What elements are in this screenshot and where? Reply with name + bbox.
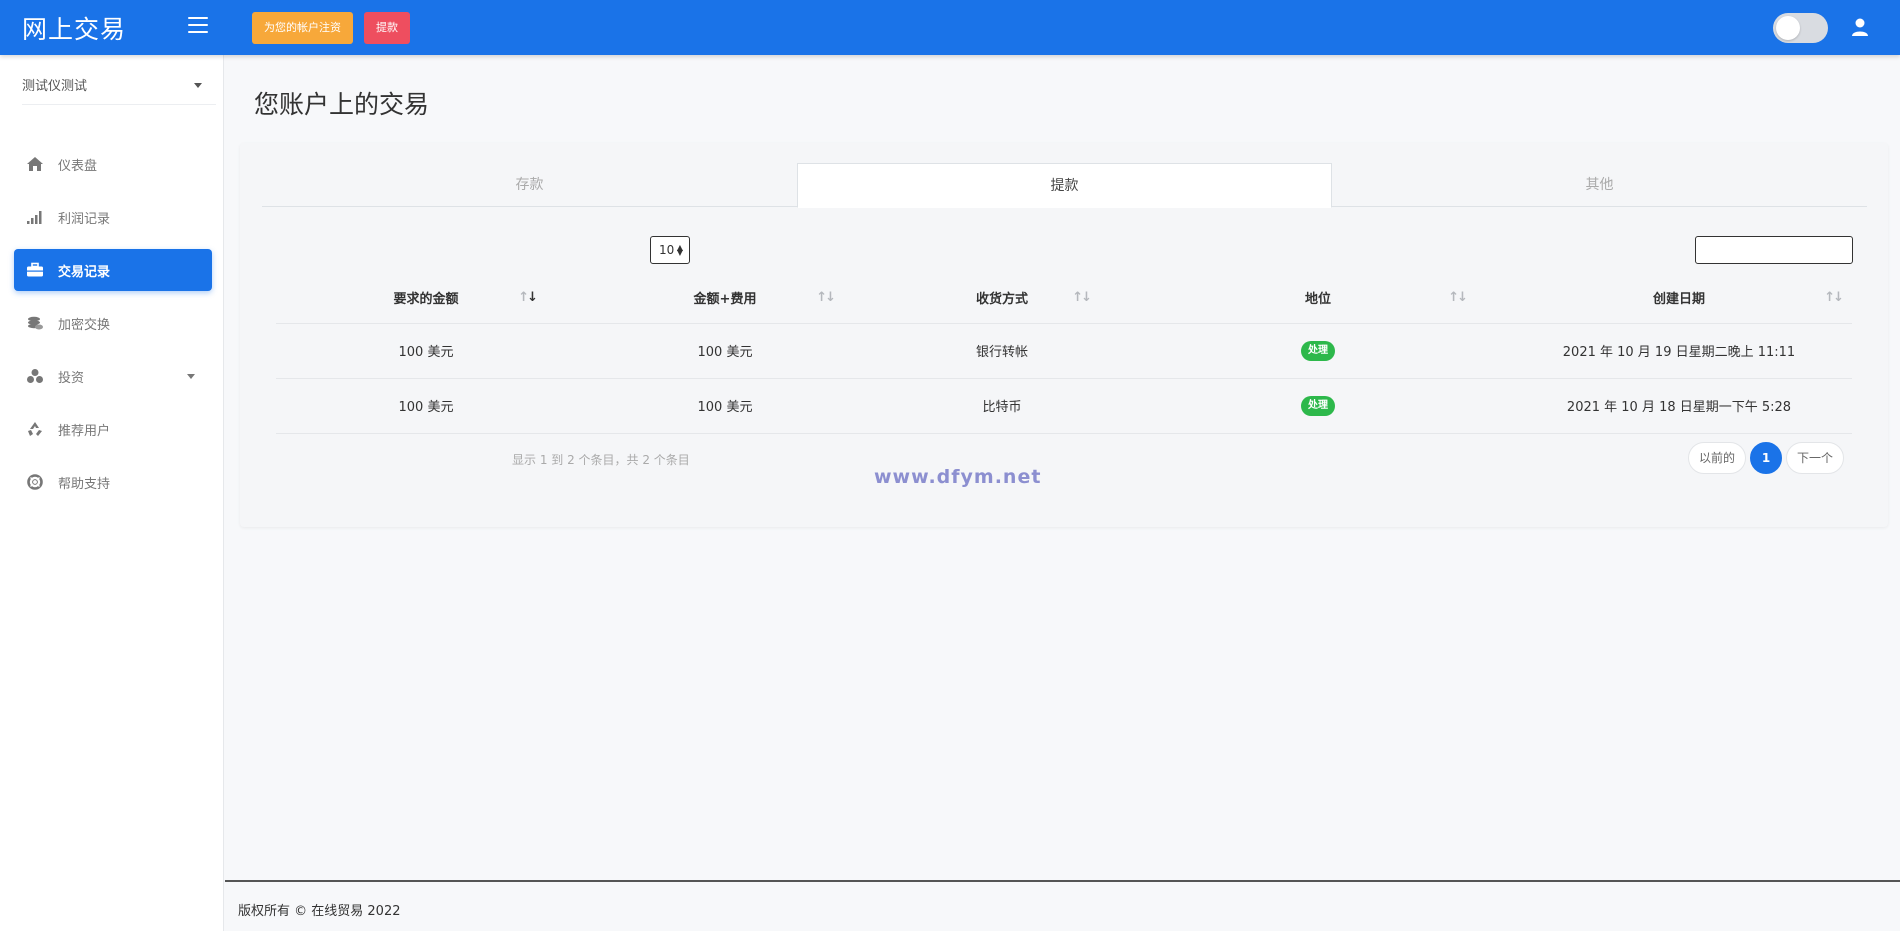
home-icon bbox=[25, 154, 45, 174]
tab-other[interactable]: 其他 bbox=[1332, 163, 1867, 207]
page-length-value: 10 bbox=[659, 243, 675, 257]
theme-toggle[interactable] bbox=[1773, 13, 1828, 43]
sidebar-item-investment[interactable]: 投资 bbox=[14, 355, 212, 397]
top-navbar: 网上交易 为您的帐户注资 提款 bbox=[0, 0, 1900, 55]
status-cell: 处理 bbox=[1130, 323, 1506, 379]
page-title: 您账户上的交易 bbox=[254, 90, 430, 119]
sidebar-item-label: 利润记录 bbox=[58, 211, 111, 227]
amount-plus-fee: 100 美元 bbox=[576, 323, 874, 379]
sidebar-item-label: 帮助支持 bbox=[58, 476, 111, 492]
column-header[interactable]: 要求的金额 ↑↓ bbox=[276, 272, 576, 324]
page-length-select[interactable]: 10 ▲ ▼ bbox=[650, 236, 690, 264]
select-arrows-icon: ▲ ▼ bbox=[676, 243, 683, 257]
chevron-down-icon bbox=[194, 83, 202, 88]
menu-toggle-icon[interactable] bbox=[188, 17, 208, 33]
briefcase-icon bbox=[25, 260, 45, 280]
created-date: 2021 年 10 月 18 日星期一下午 5:28 bbox=[1506, 378, 1852, 434]
sidebar-item-label: 推荐用户 bbox=[58, 423, 111, 439]
transactions-card: 存款 提款 其他 10 ▲ ▼ 要求的金额 ↑↓ 金额+费用 ↑↓ 收货方式 ↑↓ 地位… bbox=[240, 143, 1888, 527]
search-input[interactable] bbox=[1695, 236, 1853, 264]
receive-method: 比特币 bbox=[874, 378, 1130, 434]
table-header-row: 要求的金额 ↑↓ 金额+费用 ↑↓ 收货方式 ↑↓ 地位 ↑↓ 创建日期 ↑↓ bbox=[276, 272, 1852, 324]
sidebar-item-label: 交易记录 bbox=[58, 264, 111, 280]
page-button-current[interactable]: 1 bbox=[1750, 442, 1783, 474]
prev-page-button[interactable]: 以前的 bbox=[1688, 442, 1747, 474]
sidebar-item-dashboard[interactable]: 仪表盘 bbox=[14, 143, 212, 185]
sort-icon[interactable]: ↑↓ bbox=[1824, 290, 1844, 305]
status-badge: 处理 bbox=[1301, 340, 1335, 361]
sort-icon[interactable]: ↑↓ bbox=[1448, 290, 1468, 305]
recycle-icon bbox=[25, 419, 45, 439]
signal-bars-icon bbox=[25, 207, 45, 227]
sort-icon[interactable]: ↑↓ bbox=[518, 290, 538, 305]
account-name: 测试仪测试 bbox=[22, 79, 88, 94]
sort-icon[interactable]: ↑↓ bbox=[816, 290, 836, 305]
status-badge: 处理 bbox=[1301, 395, 1335, 416]
sidebar-nav: 仪表盘 利润记录 交易记录 加密交换 投资 推荐用户 帮助支持 bbox=[14, 143, 212, 514]
cubes-icon bbox=[25, 366, 45, 386]
watermark: www.dfym.net bbox=[874, 466, 1042, 488]
fund-account-button[interactable]: 为您的帐户注资 bbox=[252, 12, 353, 44]
lifering-icon bbox=[25, 472, 45, 492]
chevron-down-icon bbox=[187, 374, 195, 379]
sidebar-item-label: 投资 bbox=[58, 370, 85, 386]
withdraw-button[interactable]: 提款 bbox=[364, 12, 410, 44]
pagination: 以前的 1 下一个 bbox=[1688, 442, 1848, 474]
column-header[interactable]: 金额+费用 ↑↓ bbox=[576, 272, 874, 324]
transactions-table: 要求的金额 ↑↓ 金额+费用 ↑↓ 收货方式 ↑↓ 地位 ↑↓ 创建日期 ↑↓ 100 美… bbox=[276, 272, 1852, 434]
requested-amount: 100 美元 bbox=[276, 378, 576, 434]
sidebar: 测试仪测试 仪表盘 利润记录 交易记录 加密交换 投资 推荐用户 帮助支持 bbox=[0, 55, 224, 931]
brand-logo[interactable]: 网上交易 bbox=[22, 10, 126, 46]
column-header[interactable]: 创建日期 ↑↓ bbox=[1506, 272, 1852, 324]
coins-icon bbox=[25, 313, 45, 333]
toggle-knob bbox=[1776, 16, 1800, 40]
transaction-tabs: 存款 提款 其他 bbox=[262, 163, 1867, 208]
receive-method: 银行转帐 bbox=[874, 323, 1130, 379]
status-cell: 处理 bbox=[1130, 378, 1506, 434]
sort-icon[interactable]: ↑↓ bbox=[1072, 290, 1092, 305]
user-icon[interactable] bbox=[1849, 16, 1871, 38]
amount-plus-fee: 100 美元 bbox=[576, 378, 874, 434]
column-header[interactable]: 地位 ↑↓ bbox=[1130, 272, 1506, 324]
sidebar-item-crypto-exchange[interactable]: 加密交换 bbox=[14, 302, 212, 344]
column-header[interactable]: 收货方式 ↑↓ bbox=[874, 272, 1130, 324]
created-date: 2021 年 10 月 19 日星期二晚上 11:11 bbox=[1506, 323, 1852, 379]
sidebar-item-profit-records[interactable]: 利润记录 bbox=[14, 196, 212, 238]
tab-deposits[interactable]: 存款 bbox=[262, 163, 797, 207]
sidebar-item-label: 加密交换 bbox=[58, 317, 111, 333]
copyright-text: 版权所有 © 在线贸易 2022 bbox=[238, 904, 401, 919]
table-row: 100 美元 100 美元 银行转帐 处理 2021 年 10 月 19 日星期… bbox=[276, 323, 1852, 379]
next-page-button[interactable]: 下一个 bbox=[1786, 442, 1845, 474]
sidebar-item-referrals[interactable]: 推荐用户 bbox=[14, 408, 212, 450]
sidebar-item-help-support[interactable]: 帮助支持 bbox=[14, 461, 212, 503]
account-dropdown[interactable]: 测试仪测试 bbox=[22, 75, 216, 105]
sidebar-item-label: 仪表盘 bbox=[58, 158, 98, 174]
table-info: 显示 1 到 2 个条目，共 2 个条目 bbox=[512, 453, 690, 467]
sidebar-item-transactions[interactable]: 交易记录 bbox=[14, 249, 212, 291]
footer: 版权所有 © 在线贸易 2022 bbox=[225, 880, 1900, 931]
requested-amount: 100 美元 bbox=[276, 323, 576, 379]
tab-withdrawals[interactable]: 提款 bbox=[797, 163, 1332, 208]
table-row: 100 美元 100 美元 比特币 处理 2021 年 10 月 18 日星期一… bbox=[276, 378, 1852, 434]
